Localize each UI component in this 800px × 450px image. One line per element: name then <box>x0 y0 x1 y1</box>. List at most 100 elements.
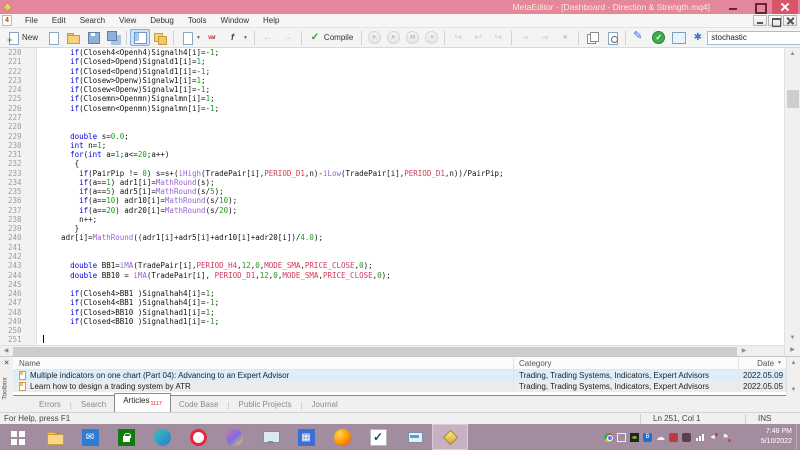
horizontal-scroll-thumb[interactable] <box>13 347 737 356</box>
code-line-250[interactable]: 250 <box>0 326 784 335</box>
open-folder-button[interactable] <box>63 29 83 46</box>
code-text[interactable]: double s=0.0; <box>37 132 129 141</box>
break-stop-button[interactable]: ■ <box>555 29 575 46</box>
debug-pause-button[interactable]: ▮▮ <box>403 29 422 46</box>
new-file-button[interactable]: +New <box>3 29 43 46</box>
code-text[interactable]: for(int a=1;a<=20;a++) <box>37 150 169 159</box>
debug-play-button[interactable]: ▶ <box>384 29 403 46</box>
tray-nvidia-icon[interactable] <box>630 433 639 442</box>
taskbar-firefox-icon[interactable] <box>324 424 360 450</box>
code-line-241[interactable]: 241 <box>0 243 784 252</box>
toolbox-scroll-up-arrow[interactable]: ▲ <box>787 357 800 369</box>
code-text[interactable]: adr[i]=MathRound((adr1[i]+adr5[i]+adr10[… <box>37 233 323 242</box>
code-text[interactable]: if(Closew>Openw)Signalw1[i]=1; <box>37 76 206 85</box>
debug-stop-button[interactable]: ■ <box>422 29 441 46</box>
tray-network-signal-icon[interactable] <box>695 433 704 442</box>
taskbar-edge-icon[interactable] <box>144 424 180 450</box>
article-row[interactable]: Multiple indicators on one chart (Part 0… <box>13 370 786 381</box>
tray-onedrive-cloud-icon[interactable]: ☁ <box>656 433 665 442</box>
menu-search[interactable]: Search <box>73 16 112 25</box>
save-button[interactable] <box>83 29 103 46</box>
horizontal-scrollbar[interactable]: ◀ ▶ <box>0 345 784 356</box>
copy-button[interactable] <box>582 29 602 46</box>
document-close-button[interactable] <box>783 15 797 26</box>
taskbar-task-manager-icon[interactable] <box>396 424 432 450</box>
code-line-239[interactable]: 239 } <box>0 224 784 233</box>
code-text[interactable]: if(Closeh4<Openh4)Signalh4[i]=-1; <box>37 48 219 57</box>
taskbar-store-icon[interactable] <box>108 424 144 450</box>
tray-volume-icon[interactable]: ◄ <box>708 433 717 442</box>
vertical-scrollbar[interactable]: ▲ ▼ ▶ <box>784 48 800 356</box>
close-button[interactable] <box>772 0 798 14</box>
print-preview-button[interactable] <box>602 29 622 46</box>
column-date[interactable]: Date▼ <box>738 357 786 369</box>
code-line-233[interactable]: 233 if(PairPip != 0) s=s+(iHigh(TradePai… <box>0 168 784 177</box>
menu-help[interactable]: Help <box>256 16 286 25</box>
code-line-248[interactable]: 248 if(Closed>BB10 )Signalhad1[i]=1; <box>0 307 784 316</box>
code-text[interactable]: if(a==10) adr10[i]=MathRound(s/10); <box>37 196 237 205</box>
menu-tools[interactable]: Tools <box>181 16 214 25</box>
toolbox-scroll-down-arrow[interactable]: ▼ <box>787 384 800 396</box>
code-line-224[interactable]: 224 if(Closew<Openw)Signalw1[i]=-1; <box>0 85 784 94</box>
taskbar-opera-icon[interactable] <box>180 424 216 450</box>
taskbar-file-explorer-icon[interactable] <box>36 424 72 450</box>
code-line-220[interactable]: 220 if(Closeh4<Openh4)Signalh4[i]=-1; <box>0 48 784 57</box>
scroll-right-arrow[interactable]: ▶ <box>738 346 750 357</box>
tab-public-projects[interactable]: Public Projects <box>231 398 300 412</box>
code-line-232[interactable]: 232 { <box>0 159 784 168</box>
function-list-button[interactable]: f▼ <box>224 29 251 46</box>
code-line-228[interactable]: 228 <box>0 122 784 131</box>
code-text[interactable]: n++; <box>37 215 97 224</box>
recent-files-button[interactable] <box>43 29 63 46</box>
menu-debug[interactable]: Debug <box>143 16 181 25</box>
article-title[interactable]: Multiple indicators on one chart (Part 0… <box>30 371 289 380</box>
code-line-249[interactable]: 249 if(Closed<BB10 )Signalhad1[i]=-1; <box>0 317 784 326</box>
code-line-238[interactable]: 238 n++; <box>0 215 784 224</box>
terminal-window-button[interactable] <box>668 29 688 46</box>
code-line-222[interactable]: 222 if(Closed<Opend)Signald1[i]=-1; <box>0 67 784 76</box>
taskbar-todo-check-icon[interactable]: ✓ <box>360 424 396 450</box>
code-line-247[interactable]: 247 if(Closeh4<BB1 )Signalhah4[i]=-1; <box>0 298 784 307</box>
code-text[interactable]: if(Closed>Opend)Signald1[i]=1; <box>37 57 206 66</box>
code-text[interactable]: if(PairPip != 0) s=s+(iHigh(TradePair[i]… <box>37 169 504 178</box>
column-category[interactable]: Category <box>513 357 738 369</box>
code-text[interactable]: if(Closeh4>BB1 )Signalhah4[i]=1; <box>37 289 215 298</box>
code-text[interactable]: { <box>37 159 79 168</box>
step-into-button[interactable]: ↪ <box>448 29 468 46</box>
tray-bluetooth-icon[interactable]: B <box>643 433 652 442</box>
code-line-251[interactable]: 251 <box>0 335 784 344</box>
code-line-237[interactable]: 237 if(a==20) adr20[i]=MathRound(s/20); <box>0 206 784 215</box>
search-settings-button[interactable]: ✱ <box>688 29 707 46</box>
code-text[interactable]: if(a==5) adr5[i]=MathRound(s/5); <box>37 187 224 196</box>
forward-arrow-button[interactable]: → <box>278 29 298 46</box>
scroll-up-arrow[interactable]: ▲ <box>785 48 800 60</box>
code-text[interactable]: if(Closemn>Openmn)Signalmn[i]=1; <box>37 94 215 103</box>
code-line-230[interactable]: 230 int n=1; <box>0 141 784 150</box>
styler-pen-button[interactable]: ✎ <box>629 29 649 46</box>
tab-errors[interactable]: Errors <box>31 398 69 412</box>
restore-button[interactable] <box>746 0 772 14</box>
code-line-246[interactable]: 246 if(Closeh4>BB1 )Signalhah4[i]=1; <box>0 289 784 298</box>
code-text[interactable]: if(Closemn<Openmn)Signalmn[i]=-1; <box>37 104 219 113</box>
taskbar-mail-icon[interactable]: ✉ <box>72 424 108 450</box>
menu-window[interactable]: Window <box>214 16 256 25</box>
templates-dropdown-button[interactable]: ▼ <box>177 29 204 46</box>
code-line-225[interactable]: 225 if(Closemn>Openmn)Signalmn[i]=1; <box>0 94 784 103</box>
taskbar-paint3d-icon[interactable] <box>216 424 252 450</box>
menu-file[interactable]: File <box>18 16 45 25</box>
code-text[interactable]: if(a==20) adr20[i]=MathRound(s/20); <box>37 206 237 215</box>
variables-button[interactable]: var <box>204 29 224 46</box>
code-line-244[interactable]: 244 double BB10 = iMA(TradePair[i], PERI… <box>0 270 784 279</box>
show-desktop-button[interactable] <box>796 424 800 450</box>
menu-view[interactable]: View <box>112 16 143 25</box>
document-restore-button[interactable] <box>768 15 782 26</box>
code-line-234[interactable]: 234 if(a==1) adr1[i]=MathRound(s); <box>0 178 784 187</box>
article-row[interactable]: Learn how to design a trading system by … <box>13 381 786 392</box>
document-minimize-button[interactable] <box>753 15 767 26</box>
vertical-scroll-thumb[interactable] <box>787 90 799 108</box>
taskbar-start-icon[interactable] <box>0 424 36 450</box>
taskbar-screen-sketch-icon[interactable] <box>252 424 288 450</box>
code-line-242[interactable]: 242 <box>0 252 784 261</box>
minimize-button[interactable] <box>720 0 746 14</box>
article-title[interactable]: Learn how to design a trading system by … <box>30 382 191 391</box>
